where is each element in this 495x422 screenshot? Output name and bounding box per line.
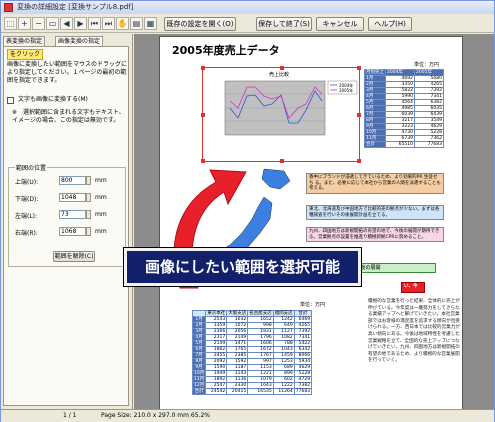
top-edge-label: 上端(U):	[15, 179, 39, 186]
table-cell: 65510	[385, 141, 415, 148]
legend-2005: 2005年	[339, 87, 353, 93]
range-position-group: 範囲の位置 上端(U): 800 mm 下端(D): 1048 mm 左端(L)…	[8, 163, 126, 267]
table-cell: 24542	[205, 388, 228, 395]
bottom-edge-spinner[interactable]	[86, 193, 91, 202]
selection-handle[interactable]	[280, 66, 284, 70]
hand-tool-icon[interactable]: ✋	[116, 17, 129, 30]
prev-page-icon[interactable]: ◀	[60, 17, 73, 30]
reset-range-button[interactable]: 範囲を解除(C)	[53, 251, 95, 262]
first-page-icon[interactable]: ⏮	[88, 17, 101, 30]
table-cell: 77683	[293, 388, 313, 395]
fit-page-icon[interactable]: ▭	[46, 17, 59, 30]
selection-handle[interactable]	[280, 159, 284, 163]
right-edge-label: 右端(R):	[15, 230, 38, 237]
status-bar: 1 / 1 Page Size: 210.0 x 297.0 mm 65.2%	[1, 409, 494, 422]
text-to-image-checkbox[interactable]	[7, 97, 14, 104]
red-badge: い、今	[401, 282, 425, 293]
left-edge-input[interactable]: 73	[59, 210, 86, 219]
table-header-cell: 大阪支店	[226, 310, 249, 317]
dialog-window: 変換の詳細設定 [変換サンプル8.pdf] ⬚ + − ▭ ◀ ▶ ⏮ ⏭ ✋ …	[0, 0, 495, 422]
left-edge-unit: mm	[95, 211, 107, 218]
grid-view-icon[interactable]: ▦	[144, 17, 157, 30]
bottom-edge-label: 下端(D):	[15, 196, 39, 203]
page-indicator: 1 / 1	[63, 412, 77, 419]
settings-panel: 表変換の指定 画像変換の指定 をクリック 画像に変換したい範囲をマウスのドラッグ…	[1, 34, 133, 409]
table-cell: 10月	[191, 370, 207, 377]
toolbar: ⬚ + − ▭ ◀ ▶ ⏮ ⏭ ✋ ▤ ▦ 既存の設定を開く(O) 保存して終了…	[1, 15, 494, 33]
table-cell: 11月	[191, 376, 207, 383]
zoom-out-icon[interactable]: −	[32, 17, 45, 30]
selection-handle[interactable]	[201, 113, 205, 117]
document-preview[interactable]: 2005年度売上データ 売上比較 2004年 2005年 単位：万円 月別売上 …	[134, 34, 494, 409]
panel-description: 画像に変換したい範囲をマウスのドラッグにより指定してください。１ページの最初の範…	[7, 61, 128, 84]
click-hint: をクリック	[7, 49, 44, 60]
top-edge-input[interactable]: 800	[59, 176, 86, 185]
table-header-cell: 東京本社	[205, 310, 228, 317]
right-edge-input[interactable]: 1068	[59, 227, 86, 236]
next-page-icon[interactable]: ▶	[74, 17, 87, 30]
right-edge-unit: mm	[95, 228, 107, 235]
open-settings-button[interactable]: 既存の設定を開く(O)	[164, 17, 236, 31]
top-edge-spinner[interactable]	[86, 176, 91, 185]
table-header-cell: 月別売上	[364, 69, 386, 76]
table-cell: 12月	[191, 382, 207, 389]
table-header-cell: 名古屋支店	[247, 310, 274, 317]
note-kanto: 香中にブランドが浸透してきているため、より効果的PR 生徒ゼち る。また、必要に…	[306, 173, 444, 194]
callout-banner: 画像にしたい範囲を選択可能	[123, 247, 362, 287]
bottom-table-unit: 単位：万円	[300, 302, 326, 308]
right-edge-spinner[interactable]	[86, 227, 91, 236]
page-view-icon[interactable]: ▤	[130, 17, 143, 30]
last-page-icon[interactable]: ⏭	[102, 17, 115, 30]
selection-rectangle[interactable]: 売上比較 2004年 2005年	[201, 66, 361, 163]
note-tohoku: 東北、北海道及び中国地方で比較的売の拠点が少ない。まずは各種調査を行いその後展開…	[306, 205, 444, 220]
summary-paragraph: 積極的な営業を行った結果、全体的に売上が伸びている。今年度は一層努力をしてさらな…	[368, 299, 460, 364]
branch-sales-table: 東京本社 大阪支店 名古屋支店 福岡支店 合計 1月 2543 1032 1652 12…	[191, 310, 313, 395]
sales-line-chart: 売上比較 2004年 2005年	[224, 71, 358, 136]
table-unit-label: 単位：万円	[414, 62, 440, 68]
title-bar: 変換の詳細設定 [変換サンプル8.pdf]	[1, 1, 494, 14]
image-settings-panel: をクリック 画像に変換したい範囲をマウスのドラッグにより指定してください。１ペー…	[3, 46, 129, 406]
table-row: 合計 24542 20415 16535 11264 77683	[191, 388, 313, 395]
top-edge-unit: mm	[95, 177, 107, 184]
table-row: 合計 65510 77683	[364, 141, 444, 148]
zoom-in-icon[interactable]: +	[18, 17, 31, 30]
bottom-edge-input[interactable]: 1048	[59, 193, 86, 202]
bottom-edge-unit: mm	[95, 194, 107, 201]
app-icon	[4, 3, 13, 12]
table-cell: 合計	[364, 141, 386, 148]
monthly-sales-table: 月別売上 2004年 2005年 1月 4692 5680 2月 3350 4265 3…	[364, 69, 444, 148]
chart-title: 売上比較	[269, 71, 289, 78]
table-cell: 77683	[414, 141, 444, 148]
page-size-info: Page Size: 210.0 x 297.0 mm 65.2%	[101, 412, 210, 419]
left-edge-label: 左端(L):	[15, 213, 38, 220]
checkbox-note: ※ 選択範囲に含まれる文字もテキスト、イメージの場合、この指定は無効です。	[12, 109, 125, 124]
left-edge-spinner[interactable]	[86, 210, 91, 219]
range-group-title: 範囲の位置	[15, 163, 48, 172]
table-cell: 20415	[226, 388, 249, 395]
note-kyushu: 九州、四国地方は新規開拓の有望の地で、今後の展開が期待できる。営業拠点の設置を推…	[306, 227, 444, 242]
document-title: 2005年度売上データ	[172, 44, 280, 57]
help-button[interactable]: ヘルプ(H)	[368, 17, 412, 31]
table-cell: 16535	[247, 388, 274, 395]
selection-handle[interactable]	[357, 113, 361, 117]
table-cell: 11264	[272, 388, 295, 395]
cancel-button[interactable]: キャンセル	[316, 17, 364, 31]
save-exit-button[interactable]: 保存して終了(S)	[256, 17, 312, 31]
select-tool-icon[interactable]: ⬚	[4, 17, 17, 30]
table-cell: 合計	[191, 388, 207, 395]
selection-handle[interactable]	[357, 159, 361, 163]
window-title: 変換の詳細設定 [変換サンプル8.pdf]	[17, 3, 134, 11]
selection-handle[interactable]	[201, 66, 205, 70]
table-header-cell: 福岡支店	[272, 310, 295, 317]
text-to-image-label: 文字も画像に変換する(M)	[18, 96, 88, 103]
selection-handle[interactable]	[357, 66, 361, 70]
